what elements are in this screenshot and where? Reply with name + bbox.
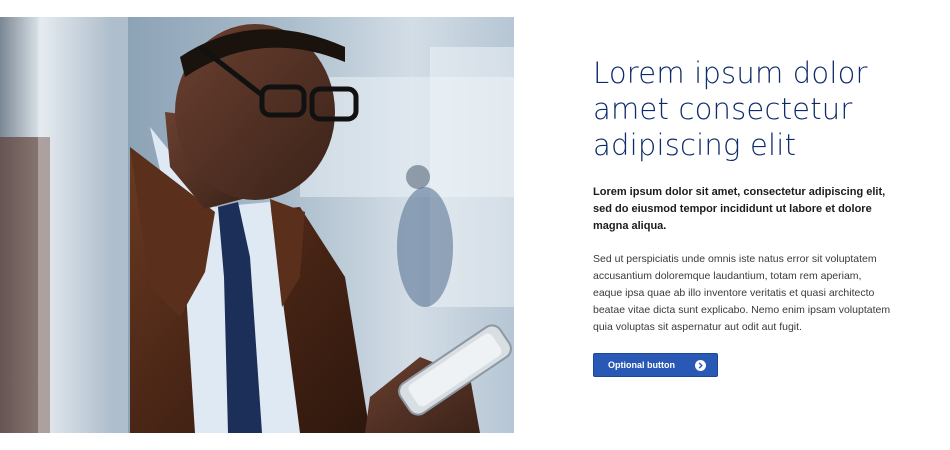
headline: Lorem ipsum dolor amet consectetur adipi… <box>593 56 868 162</box>
lead-paragraph: Lorem ipsum dolor sit amet, consectetur … <box>593 186 886 232</box>
hero-image <box>0 17 514 433</box>
hero-photo <box>0 17 514 433</box>
arrow-right-circle-icon <box>695 359 706 371</box>
optional-button-label: Optional button <box>608 360 675 370</box>
body-paragraph: Sed ut perspiciatis unde omnis iste natu… <box>593 253 891 333</box>
optional-button[interactable]: Optional button <box>593 353 718 377</box>
content-panel: Lorem ipsum dolor amet consectetur adipi… <box>593 55 893 377</box>
